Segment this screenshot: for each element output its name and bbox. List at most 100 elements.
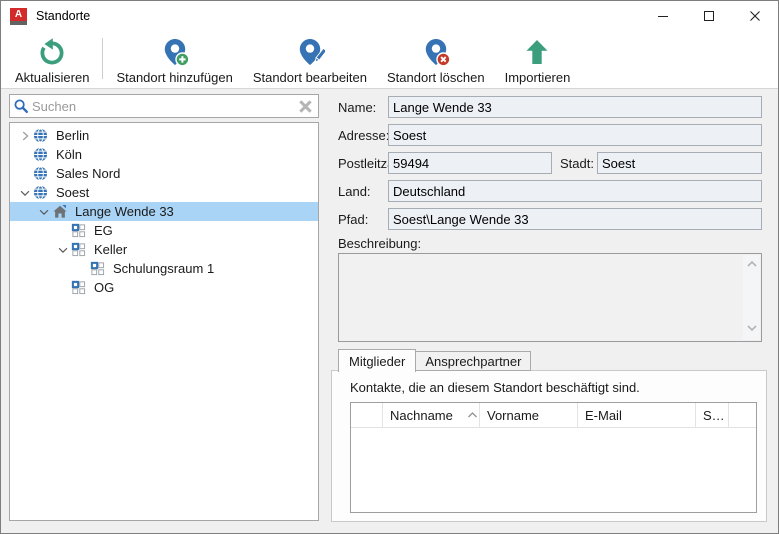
land-input[interactable] xyxy=(388,180,762,202)
chevron-down-icon[interactable] xyxy=(54,242,71,258)
beschreibung-scrollbar[interactable] xyxy=(743,255,760,340)
tree-item-label: EG xyxy=(91,223,113,238)
tree-item-köln[interactable]: Köln xyxy=(10,145,318,164)
maximize-icon xyxy=(703,10,715,22)
floor-icon xyxy=(71,242,91,258)
tree-item-label: Soest xyxy=(53,185,89,200)
app-icon-letter: A xyxy=(15,9,22,20)
tree-item-og[interactable]: OG xyxy=(10,278,318,297)
floor-icon xyxy=(71,280,91,296)
edit-location-button[interactable]: Standort bearbeiten xyxy=(243,31,377,88)
column-header-nachname[interactable]: Nachname xyxy=(383,403,480,427)
tree-item-keller[interactable]: Keller xyxy=(10,240,318,259)
members-table-body xyxy=(351,428,756,512)
toolbar-button-label: Standort löschen xyxy=(387,70,485,85)
beschreibung-label: Beschreibung: xyxy=(338,236,421,251)
maximize-button[interactable] xyxy=(686,1,732,31)
delete-location-button[interactable]: Standort löschen xyxy=(377,31,495,88)
globe-icon xyxy=(33,128,53,144)
stadt-label: Stadt: xyxy=(560,156,594,171)
window-controls xyxy=(640,1,778,31)
sort-asc-icon xyxy=(467,411,478,419)
tree-item-eg[interactable]: EG xyxy=(10,221,318,240)
chevron-down-icon[interactable] xyxy=(16,185,33,201)
expander-spacer xyxy=(16,147,33,163)
toolbar-button-label: Importieren xyxy=(505,70,571,85)
scroll-down-icon[interactable] xyxy=(745,322,759,337)
search-icon xyxy=(10,98,32,114)
close-icon xyxy=(749,10,761,22)
toolbar-button-label: Aktualisieren xyxy=(15,70,89,85)
refresh-icon xyxy=(37,35,67,69)
tree-item-label: Lange Wende 33 xyxy=(72,204,174,219)
column-header-vorname[interactable]: Vorname xyxy=(480,403,578,427)
column-header-e-mail[interactable]: E-Mail xyxy=(578,403,696,427)
tree-item-soest[interactable]: Soest xyxy=(10,183,318,202)
expander-spacer xyxy=(54,223,71,239)
column-header-label: Nachname xyxy=(390,408,453,423)
column-header-s[interactable]: S… xyxy=(696,403,729,427)
tree-item-lange-wende-33[interactable]: Lange Wende 33 xyxy=(10,202,318,221)
import-icon xyxy=(522,35,552,69)
window-title: Standorte xyxy=(36,9,90,23)
adresse-label: Adresse: xyxy=(338,128,389,143)
location-delete-icon xyxy=(421,35,451,69)
tree-item-schulungsraum-1[interactable]: Schulungsraum 1 xyxy=(10,259,318,278)
app-window: A Standorte Aktualisieren Standort hinzu… xyxy=(0,0,779,534)
globe-icon xyxy=(33,185,53,201)
chevron-right-icon[interactable] xyxy=(16,128,33,144)
clear-search-icon[interactable] xyxy=(292,99,318,114)
search-input[interactable] xyxy=(32,99,292,114)
tree-item-berlin[interactable]: Berlin xyxy=(10,126,318,145)
column-header-label: E-Mail xyxy=(585,408,622,423)
location-add-icon xyxy=(160,35,190,69)
toolbar: Aktualisieren Standort hinzufügen Stando… xyxy=(1,31,778,89)
column-header-indicator[interactable] xyxy=(351,403,383,427)
name-label: Name: xyxy=(338,100,376,115)
floor-icon xyxy=(90,261,110,277)
column-header-label: S… xyxy=(703,408,725,423)
minimize-icon xyxy=(657,10,669,22)
floor-icon xyxy=(71,223,91,239)
expander-spacer xyxy=(54,280,71,296)
tree-item-label: Berlin xyxy=(53,128,89,143)
toolbar-button-label: Standort bearbeiten xyxy=(253,70,367,85)
column-header-filler xyxy=(729,403,756,427)
close-button[interactable] xyxy=(732,1,778,31)
tab-mitglieder[interactable]: Mitglieder xyxy=(338,349,416,372)
toolbar-separator xyxy=(102,38,103,79)
column-header-label: Vorname xyxy=(487,408,539,423)
postleitzahl-input[interactable] xyxy=(388,152,552,174)
globe-icon xyxy=(33,147,53,163)
add-location-button[interactable]: Standort hinzufügen xyxy=(106,31,242,88)
location-tree[interactable]: Berlin Köln Sales Nord Soest Lan xyxy=(9,122,319,521)
name-input[interactable] xyxy=(388,96,762,118)
scroll-up-icon[interactable] xyxy=(745,258,759,273)
beschreibung-textarea[interactable] xyxy=(338,253,762,342)
chevron-down-icon[interactable] xyxy=(35,204,52,220)
search-box[interactable] xyxy=(9,94,319,118)
adresse-input[interactable] xyxy=(388,124,762,146)
refresh-button[interactable]: Aktualisieren xyxy=(5,31,99,88)
tree-item-label: OG xyxy=(91,280,114,295)
titlebar[interactable]: A Standorte xyxy=(1,1,778,31)
minimize-button[interactable] xyxy=(640,1,686,31)
content: Berlin Köln Sales Nord Soest Lan xyxy=(1,90,778,533)
tree-item-label: Schulungsraum 1 xyxy=(110,261,214,276)
pfad-label: Pfad: xyxy=(338,212,368,227)
location-edit-icon xyxy=(295,35,325,69)
import-button[interactable]: Importieren xyxy=(495,31,581,88)
tree-item-label: Keller xyxy=(91,242,127,257)
expander-spacer xyxy=(16,166,33,182)
app-icon: A xyxy=(10,8,27,25)
tree-item-label: Köln xyxy=(53,147,82,162)
stadt-input[interactable] xyxy=(597,152,762,174)
globe-icon xyxy=(33,166,53,182)
members-table-header: Nachname Vorname E-Mail S… xyxy=(351,403,756,428)
tree-item-sales-nord[interactable]: Sales Nord xyxy=(10,164,318,183)
tree-item-label: Sales Nord xyxy=(53,166,120,181)
members-caption: Kontakte, die an diesem Standort beschäf… xyxy=(350,380,640,395)
tab-ansprechpartner[interactable]: Ansprechpartner xyxy=(416,351,531,371)
home-icon xyxy=(52,204,72,220)
pfad-input[interactable] xyxy=(388,208,762,230)
